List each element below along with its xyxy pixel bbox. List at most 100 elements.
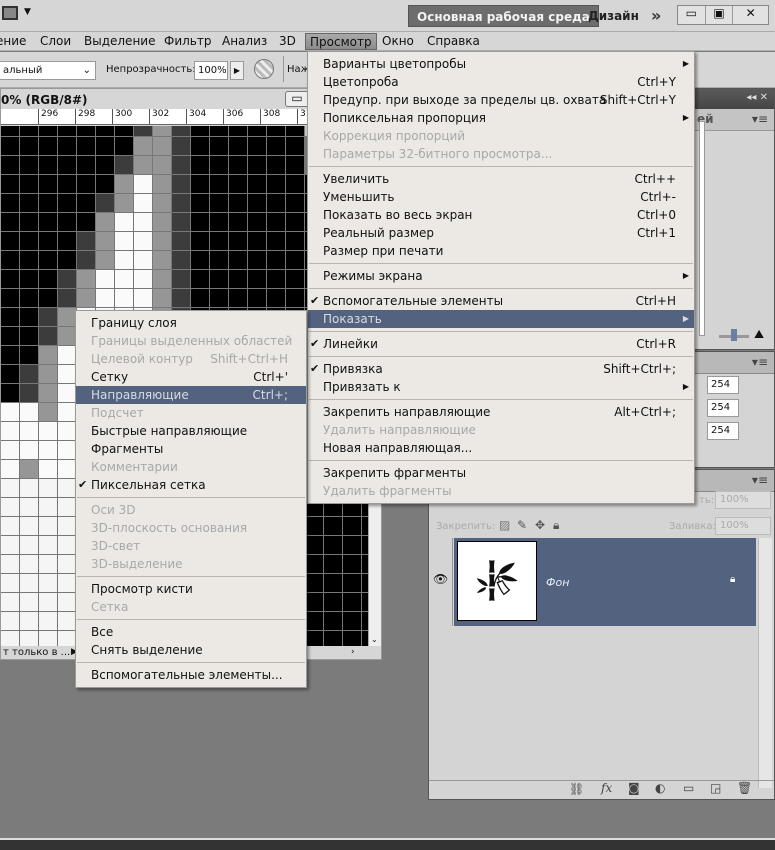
menu-item-попиксельная-пропорция[interactable]: Попиксельная пропорция ▶	[308, 109, 694, 127]
panel-menu-icon[interactable]: ▾≡	[752, 112, 768, 126]
link-layers-icon[interactable]: ⛓	[569, 782, 584, 796]
menu-item-линейки[interactable]: ✔ Линейки Ctrl+R	[308, 335, 694, 353]
menu-item-закрепить-направляющие[interactable]: Закрепить направляющие Alt+Ctrl+;	[308, 403, 694, 421]
menu-item-снять-выделение[interactable]: Снять выделение	[76, 641, 306, 659]
trash-icon[interactable]: 🗑︎	[737, 781, 752, 795]
view-menu: Варианты цветопробы ▶ Цветопроба Ctrl+Y Пред…	[307, 51, 695, 504]
menu-view[interactable]: Просмотр	[305, 33, 377, 50]
menu-item-вспомогательные-элементы[interactable]: Вспомогательные элементы...	[76, 666, 306, 684]
pixel-cell	[210, 289, 229, 308]
layer-opacity-input[interactable]: 100%	[715, 491, 771, 509]
chevron-down-icon[interactable]: ⌄	[371, 635, 378, 644]
pixel-cell	[172, 251, 191, 270]
menu-3d[interactable]: 3D	[275, 33, 300, 50]
menu-item-новая-направляющая[interactable]: Новая направляющая...	[308, 439, 694, 457]
pixel-cell	[77, 251, 96, 270]
opacity-slider-button[interactable]: ▶	[230, 61, 244, 80]
pixel-cell	[1, 232, 20, 251]
zoom-in-mountain-icon[interactable]: ⛰	[754, 327, 764, 342]
bottom-bar	[0, 838, 775, 850]
new-group-icon[interactable]: ▭	[683, 781, 694, 795]
new-layer-icon[interactable]: ◲	[710, 781, 721, 795]
pixel-cell	[1, 517, 20, 536]
lock-all-icon[interactable]: 🔒︎	[553, 518, 559, 533]
workspace-essentials-button[interactable]: Основная рабочая среда	[408, 5, 599, 27]
scroll-right-icon[interactable]: ›	[351, 646, 355, 659]
lock-brush-icon[interactable]: ✎	[517, 518, 527, 532]
more-workspaces-icon[interactable]: »	[643, 5, 669, 27]
menu-filter[interactable]: Фильтр	[160, 33, 215, 50]
divider	[283, 56, 284, 82]
zoom-slider-handle[interactable]	[731, 329, 737, 341]
layer-row-background[interactable]: 🎋︎ Фон 🔒︎	[454, 538, 756, 626]
menu-item-фрагменты[interactable]: Фрагменты	[76, 440, 306, 458]
menu-item-shortcut: Shift+Ctrl+Y	[599, 93, 676, 107]
menu-item-увеличить[interactable]: Увеличить Ctrl++	[308, 170, 694, 188]
minimize-icon[interactable]: ▭	[678, 6, 706, 24]
menu-item-уменьшить[interactable]: Уменьшить Ctrl+-	[308, 188, 694, 206]
pixel-cell	[20, 498, 39, 517]
menu-item-размер-при-печати[interactable]: Размер при печати	[308, 242, 694, 260]
opacity-input[interactable]: 100%	[194, 61, 228, 80]
panel-menu-icon[interactable]: ▾≡	[752, 473, 768, 487]
menu-item-все[interactable]: Все	[76, 623, 306, 641]
menu-item-просмотр-кисти[interactable]: Просмотр кисти	[76, 580, 306, 598]
color-value-b[interactable]: 254	[707, 422, 739, 440]
collapse-close-icon[interactable]: ◂◂ ✕	[746, 92, 768, 103]
menu-select[interactable]: Выделение	[80, 33, 159, 50]
pixel-cell	[77, 289, 96, 308]
menu-item-границу-слоя[interactable]: Границу слоя	[76, 314, 306, 332]
menu-item-быстрые-направляющие[interactable]: Быстрые направляющие	[76, 422, 306, 440]
panel-menu-icon[interactable]: ▾≡	[752, 355, 768, 369]
menu-item-сетку[interactable]: Сетку Ctrl+'	[76, 368, 306, 386]
menu-item-варианты-цветопробы[interactable]: Варианты цветопробы ▶	[308, 55, 694, 73]
layer-mask-icon[interactable]: ◙	[628, 781, 640, 795]
menu-item-режимы-экрана[interactable]: Режимы экрана ▶	[308, 267, 694, 285]
fill-input[interactable]: 100%	[715, 517, 771, 535]
maximize-icon[interactable]: ▣	[706, 6, 734, 24]
eye-icon[interactable]: 👁︎	[433, 572, 448, 586]
menu-item-привязать-к[interactable]: Привязать к ▶	[308, 378, 694, 396]
pixel-cell	[1, 213, 20, 232]
fx-icon[interactable]: fx	[601, 781, 612, 795]
close-icon[interactable]: ✕	[733, 6, 768, 24]
menu-window[interactable]: Окно	[378, 33, 418, 50]
menu-layers[interactable]: Слои	[36, 33, 75, 50]
chevron-down-icon[interactable]: ▼	[24, 7, 31, 17]
menu-item-показать[interactable]: Показать ▶	[308, 310, 694, 328]
mode-select[interactable]: альный ⌄	[0, 61, 96, 80]
menu-item-предупр-при-выходе-за-пределы-цв-охвата[interactable]: Предупр. при выходе за пределы цв. охват…	[308, 91, 694, 109]
menu-item-привязка[interactable]: ✔ Привязка Shift+Ctrl+;	[308, 360, 694, 378]
pixel-cell	[324, 536, 343, 555]
menu-item-вспомогательные-элементы[interactable]: ✔ Вспомогательные элементы Ctrl+H	[308, 292, 694, 310]
layer-name[interactable]: Фон	[546, 576, 569, 589]
workspace-design-button[interactable]: Дизайн	[580, 5, 647, 27]
checkmark-icon: ✔	[310, 337, 320, 350]
adjustment-layer-icon[interactable]: ◐	[655, 781, 665, 795]
pixel-cell	[39, 612, 58, 631]
lock-move-icon[interactable]: ✥	[535, 518, 545, 532]
menu-item-label: 3D-плоскость основания	[91, 521, 248, 535]
airbrush-icon[interactable]	[254, 59, 274, 79]
minimize-icon[interactable]: ▭	[285, 91, 309, 107]
menu-item-цветопроба[interactable]: Цветопроба Ctrl+Y	[308, 73, 694, 91]
menu-help[interactable]: Справка	[423, 33, 484, 50]
menu-analysis[interactable]: Анализ	[218, 33, 271, 50]
pixel-cell	[134, 175, 153, 194]
menu-item-пиксельная-сетка[interactable]: ✔ Пиксельная сетка	[76, 476, 306, 494]
screen-mode-icon[interactable]	[2, 6, 18, 20]
pixel-cell	[58, 137, 77, 156]
menu-image[interactable]: ение	[0, 33, 30, 50]
menu-item-закрепить-фрагменты[interactable]: Закрепить фрагменты	[308, 464, 694, 482]
pixel-cell	[1, 327, 20, 346]
menu-item-направляющие[interactable]: Направляющие Ctrl+;	[76, 386, 306, 404]
layers-scrollbar[interactable]	[758, 538, 772, 788]
pixel-cell	[172, 289, 191, 308]
color-value-g[interactable]: 254	[707, 399, 739, 417]
menu-item-реальный-размер[interactable]: Реальный размер Ctrl+1	[308, 224, 694, 242]
window-controls: ▭ ▣ ✕	[677, 5, 769, 25]
menu-item-показать-во-весь-экран[interactable]: Показать во весь экран Ctrl+0	[308, 206, 694, 224]
color-value-r[interactable]: 254	[707, 376, 739, 394]
pixel-cell	[229, 194, 248, 213]
lock-transparency-icon[interactable]: ▨	[499, 518, 510, 532]
